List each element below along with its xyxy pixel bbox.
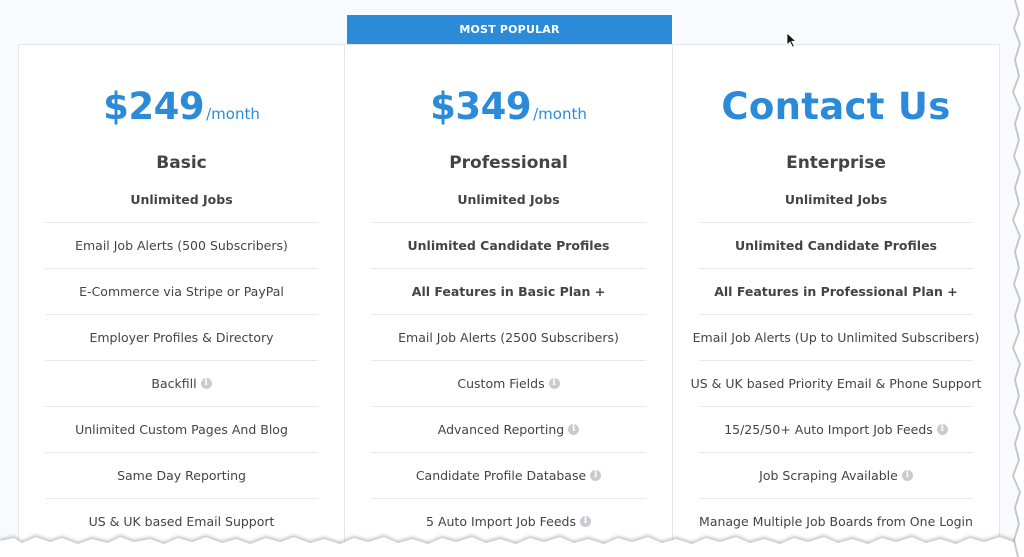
feature-item: Email Job Alerts (500 Subscribers) — [45, 223, 318, 269]
feature-label: Candidate Profile Database — [415, 468, 587, 483]
feature-item: Unlimited Jobs — [699, 177, 973, 223]
torn-paper-edge-bottom — [0, 535, 1024, 557]
feature-item: Email Job Alerts (2500 Subscribers) — [371, 315, 646, 361]
info-icon[interactable]: i — [200, 378, 212, 389]
feature-label: 15/25/50+ Auto Import Job Feeds — [724, 422, 933, 437]
feature-label: Custom Fields — [457, 376, 545, 391]
pricing-page: MOST POPULAR $249/month Basic Unlimited … — [0, 0, 1024, 557]
feature-item: Unlimited Jobs — [371, 177, 646, 223]
price-period: /month — [533, 105, 587, 123]
feature-label: Backfill — [151, 376, 197, 391]
plan-column-enterprise: Contact Us Enterprise Unlimited Jobs Unli… — [673, 44, 1000, 557]
feature-list: Unlimited Jobs Email Job Alerts (500 Subs… — [45, 177, 318, 544]
feature-item: Unlimited Candidate Profiles — [371, 223, 646, 269]
feature-item: E-Commerce via Stripe or PayPal — [45, 269, 318, 315]
feature-item: Email Job Alerts (Up to Unlimited Subscr… — [693, 315, 979, 361]
feature-item: Candidate Profile Database i — [371, 453, 646, 499]
info-icon[interactable]: i — [568, 424, 580, 435]
info-icon[interactable]: i — [548, 378, 560, 389]
price-amount: $249 — [103, 85, 205, 128]
info-icon[interactable]: i — [936, 424, 948, 435]
feature-item: 15/25/50+ Auto Import Job Feeds i — [699, 407, 973, 453]
plan-name: Enterprise — [786, 153, 886, 173]
mouse-cursor-icon — [786, 32, 798, 48]
feature-label: Unlimited Candidate Profiles — [407, 238, 610, 253]
feature-item: Same Day Reporting — [45, 453, 318, 499]
feature-label: All Features in Basic Plan + — [411, 284, 606, 299]
feature-label: Email Job Alerts (Up to Unlimited Subscr… — [692, 330, 980, 345]
feature-label: Employer Profiles & Directory — [89, 330, 274, 345]
feature-item: Backfill i — [45, 361, 318, 407]
feature-item: Unlimited Candidate Profiles — [699, 223, 973, 269]
feature-item: Unlimited Jobs — [45, 177, 318, 223]
feature-label: Unlimited Custom Pages And Blog — [75, 422, 288, 437]
torn-paper-edge-right — [1012, 0, 1024, 557]
plan-column-basic: $249/month Basic Unlimited Jobs Email Job… — [18, 44, 345, 557]
price-amount: $349 — [430, 85, 532, 128]
feature-list: Unlimited Jobs Unlimited Candidate Profil… — [691, 177, 982, 544]
feature-label: Job Scraping Available — [759, 468, 898, 483]
feature-item: All Features in Basic Plan + — [371, 269, 646, 315]
feature-label: Unlimited Jobs — [784, 192, 888, 207]
pricing-table: $249/month Basic Unlimited Jobs Email Job… — [18, 44, 1001, 557]
plan-column-professional: $349/month Professional Unlimited Jobs Un… — [345, 44, 673, 557]
feature-label: Unlimited Jobs — [130, 192, 233, 207]
price-amount: Contact Us — [721, 85, 951, 128]
plan-price: Contact Us — [673, 85, 999, 128]
feature-label: Unlimited Jobs — [457, 192, 560, 207]
feature-label: US & UK based Priority Email & Phone Sup… — [690, 376, 982, 391]
feature-label: Email Job Alerts (2500 Subscribers) — [398, 330, 619, 345]
feature-list: Unlimited Jobs Unlimited Candidate Profil… — [371, 177, 646, 544]
plan-name: Professional — [449, 153, 568, 173]
feature-item: Custom Fields i — [371, 361, 646, 407]
feature-item: Employer Profiles & Directory — [45, 315, 318, 361]
info-icon[interactable]: i — [901, 470, 913, 481]
plan-price: $249/month — [19, 85, 344, 128]
price-period: /month — [206, 105, 260, 123]
feature-item: All Features in Professional Plan + — [699, 269, 973, 315]
feature-item: Advanced Reporting i — [371, 407, 646, 453]
most-popular-banner: MOST POPULAR — [347, 15, 672, 44]
plan-name: Basic — [156, 153, 207, 173]
feature-label: Same Day Reporting — [117, 468, 246, 483]
feature-label: Email Job Alerts (500 Subscribers) — [75, 238, 288, 253]
feature-item: US & UK based Priority Email & Phone Sup… — [691, 361, 981, 407]
feature-label: Unlimited Candidate Profiles — [735, 238, 937, 253]
plan-price: $349/month — [345, 85, 672, 128]
feature-item: Job Scraping Available i — [699, 453, 973, 499]
feature-label: E-Commerce via Stripe or PayPal — [79, 284, 284, 299]
feature-label: Advanced Reporting — [437, 422, 565, 437]
info-icon[interactable]: i — [579, 516, 591, 527]
info-icon[interactable]: i — [590, 470, 602, 481]
feature-item: Unlimited Custom Pages And Blog — [45, 407, 318, 453]
feature-label: All Features in Professional Plan + — [714, 284, 958, 299]
